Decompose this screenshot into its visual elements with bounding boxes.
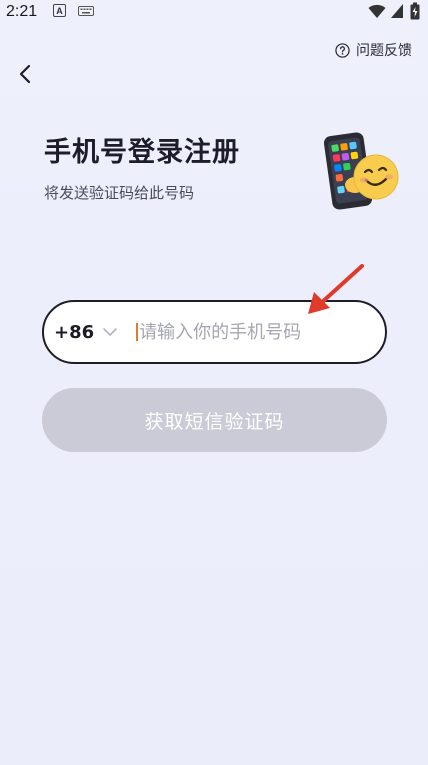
- country-code-selector[interactable]: +86: [54, 322, 94, 343]
- annotation-arrow-icon: [308, 264, 364, 314]
- page-title: 手机号登录注册: [44, 137, 240, 168]
- text-caret: [136, 323, 139, 341]
- signal-icon: [391, 4, 403, 18]
- notification-a-icon: A: [53, 4, 66, 17]
- phone-number-input[interactable]: [139, 321, 340, 343]
- keyboard-icon: [78, 6, 94, 16]
- feedback-label: 问题反馈: [356, 43, 412, 59]
- status-time: 2:21: [6, 3, 38, 20]
- battery-icon: [410, 2, 420, 20]
- get-sms-code-button[interactable]: 获取短信验证码: [42, 388, 387, 452]
- chevron-down-icon[interactable]: [102, 327, 118, 337]
- question-circle-icon: [335, 42, 350, 58]
- page-subtitle: 将发送验证码给此号码: [44, 184, 195, 202]
- chevron-left-icon: [19, 64, 31, 84]
- feedback-link[interactable]: 问题反馈: [335, 40, 412, 60]
- wifi-icon: [368, 4, 386, 18]
- phone-emoji-illustration: [323, 132, 399, 210]
- status-bar: 2:21 A: [0, 0, 428, 24]
- back-button[interactable]: [10, 58, 42, 90]
